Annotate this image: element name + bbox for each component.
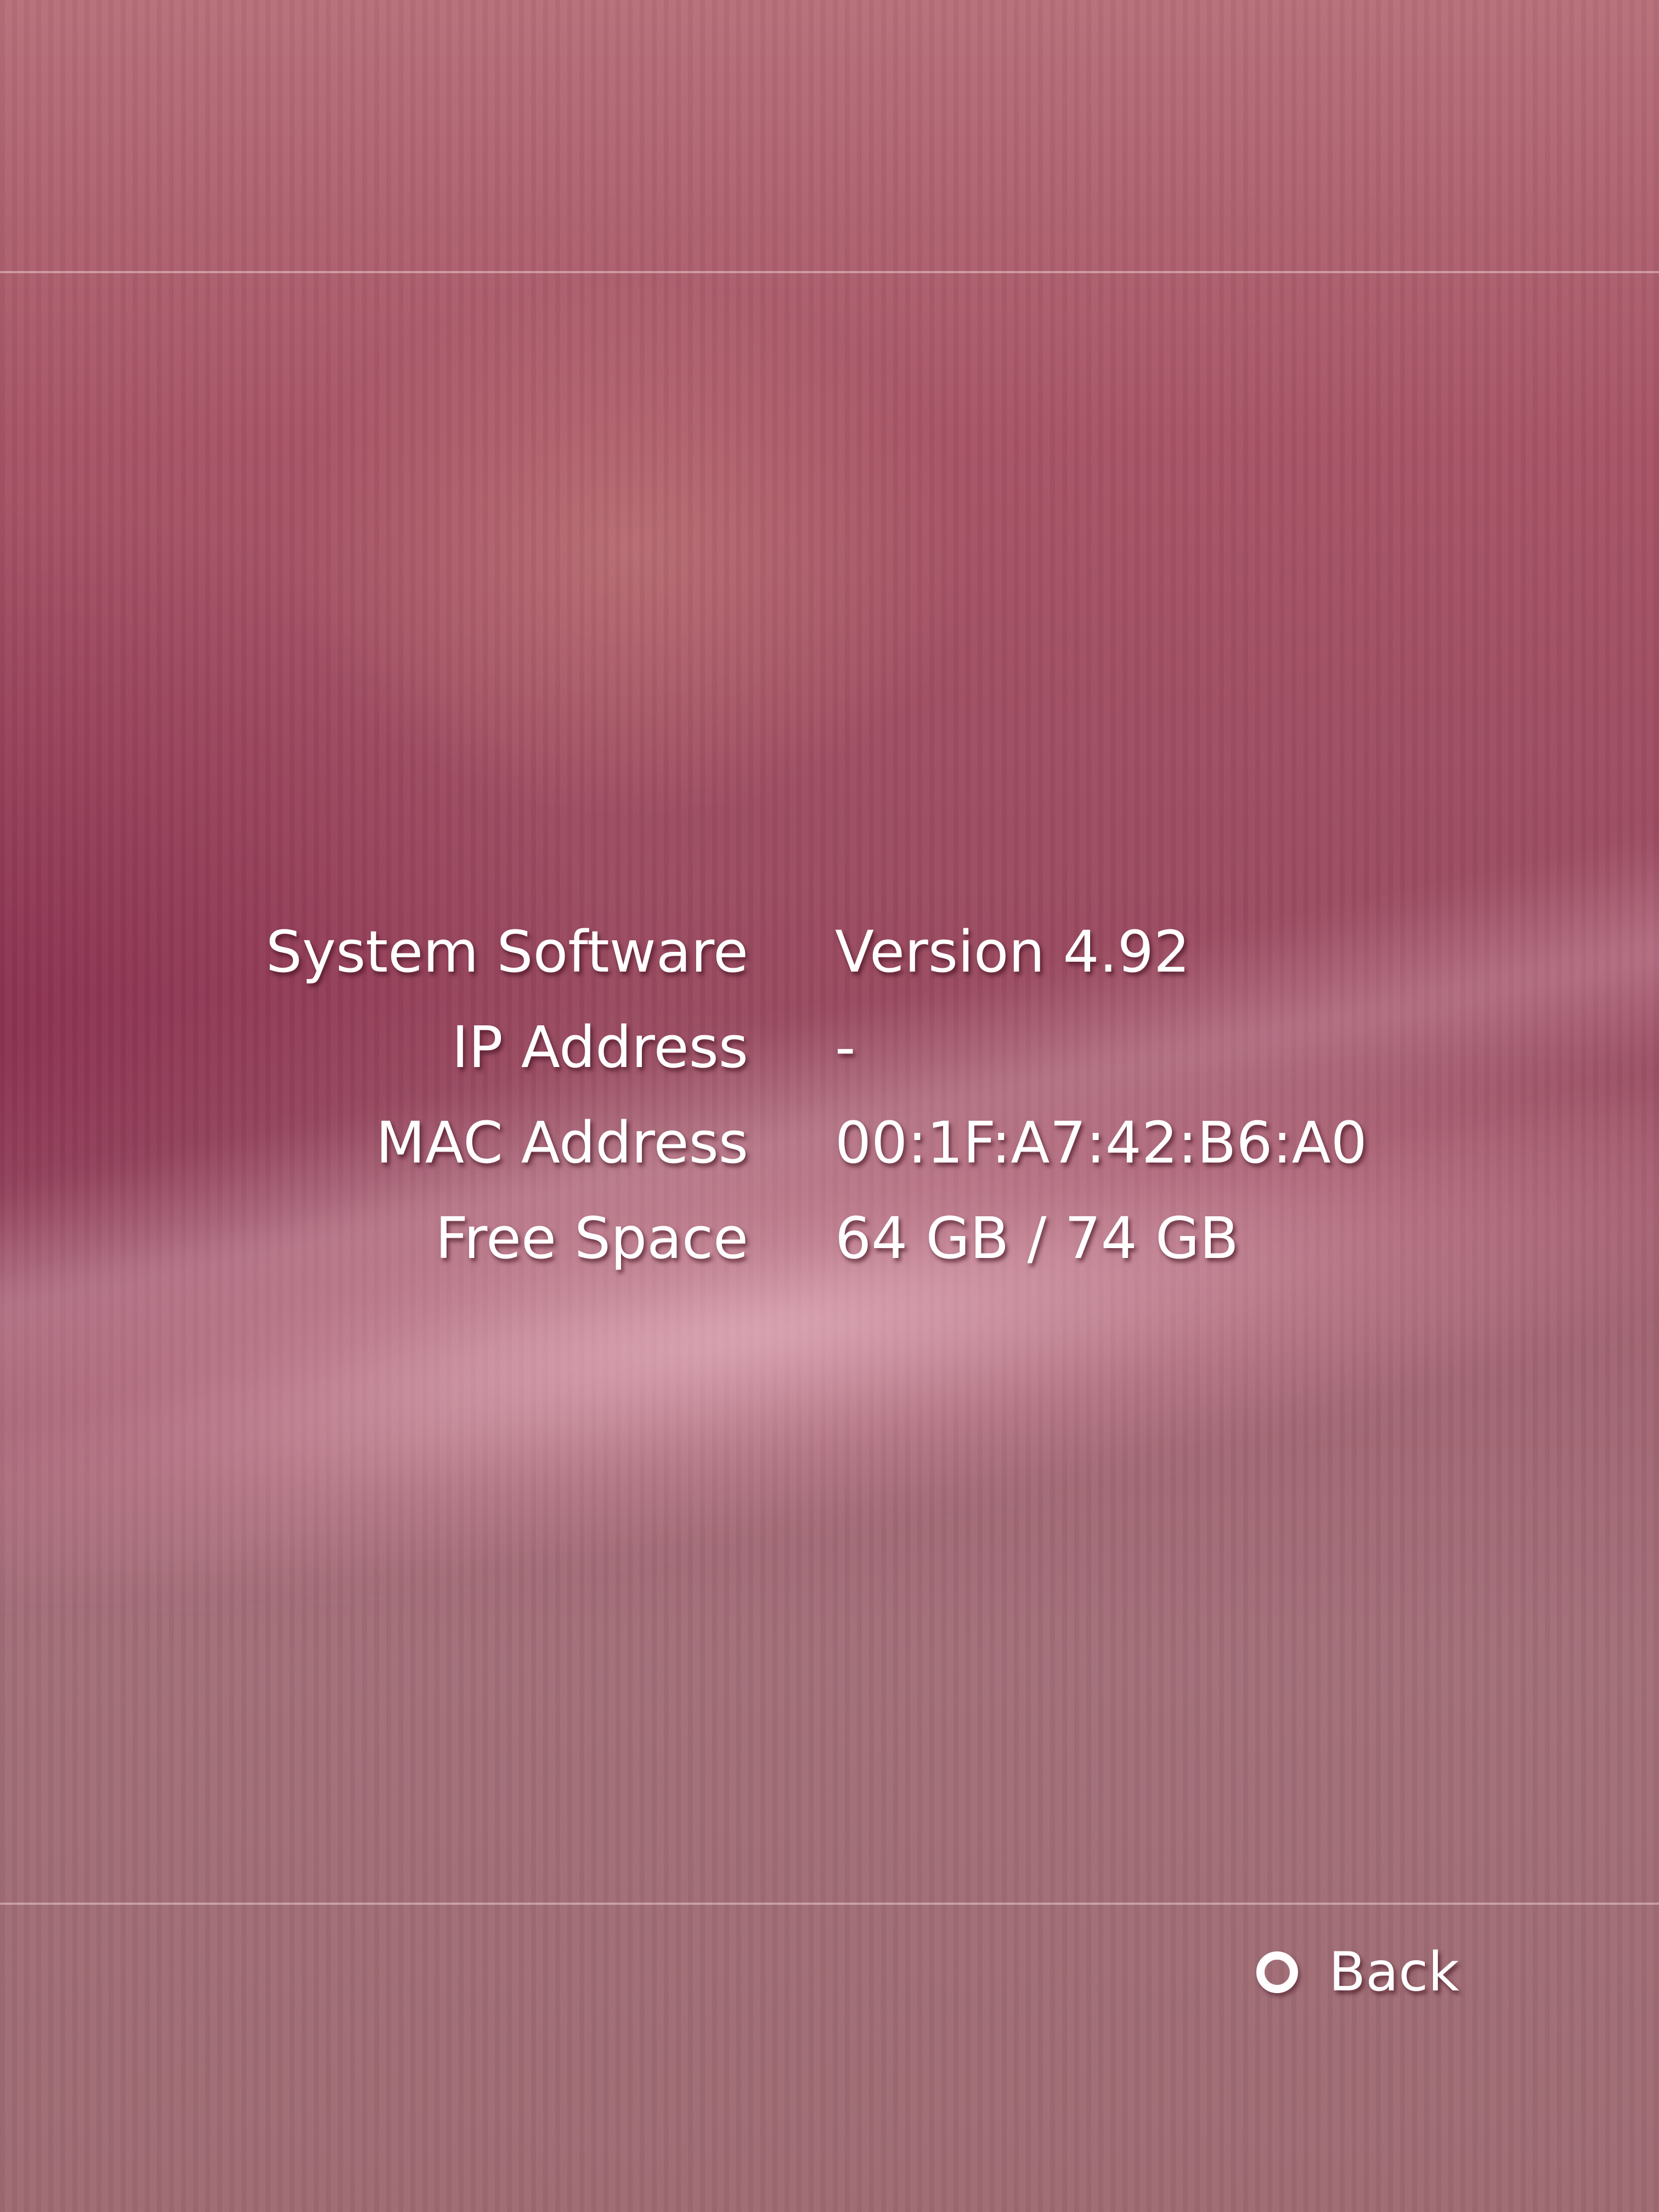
- info-row-ip-address: IP Address -: [0, 1006, 1659, 1102]
- system-information-list: System Software Version 4.92 IP Address …: [0, 911, 1659, 1293]
- info-label: System Software: [266, 918, 748, 985]
- info-value: 64 GB / 74 GB: [835, 1205, 1239, 1272]
- info-label: MAC Address: [376, 1109, 748, 1176]
- back-button[interactable]: Back: [1256, 1937, 1459, 2008]
- info-row-mac-address: MAC Address 00:1F:A7:42:B6:A0: [0, 1102, 1659, 1197]
- circle-button-icon: [1256, 1951, 1298, 1993]
- back-label: Back: [1329, 1941, 1459, 2004]
- info-label: Free Space: [435, 1205, 748, 1272]
- info-row-system-software: System Software Version 4.92: [0, 911, 1659, 1006]
- info-value: -: [835, 1014, 856, 1081]
- info-value: 00:1F:A7:42:B6:A0: [835, 1109, 1367, 1176]
- top-divider: [0, 271, 1659, 273]
- info-row-free-space: Free Space 64 GB / 74 GB: [0, 1197, 1659, 1293]
- info-label: IP Address: [452, 1014, 748, 1081]
- info-value: Version 4.92: [835, 918, 1190, 985]
- bottom-divider: [0, 1903, 1659, 1905]
